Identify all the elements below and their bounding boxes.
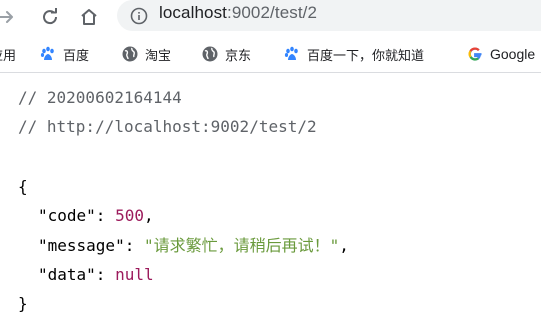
json-row-code: "code": 500, (38, 206, 154, 225)
json-number-value: 500 (115, 206, 144, 225)
bookmark-label: 京东 (225, 48, 252, 64)
info-icon[interactable] (130, 7, 148, 25)
bookmark-label: 淘宝 (145, 48, 172, 64)
json-row-data: "data": null (38, 265, 154, 284)
globe-icon (202, 46, 218, 62)
json-null-value: null (115, 265, 154, 284)
arrow-right-icon (0, 11, 13, 23)
json-key: "code" (38, 206, 96, 225)
forward-button[interactable] (0, 3, 20, 31)
open-brace: { (18, 177, 28, 196)
url-host: localhost (159, 3, 227, 22)
globe-icon (122, 46, 138, 62)
json-row-message: "message": "请求繁忙，请稍后再试！", (38, 236, 349, 255)
close-brace: } (18, 294, 28, 313)
bookmark-google[interactable]: Google (467, 44, 535, 64)
bookmarks-bar: 应用 百度 淘宝 京东 (0, 36, 541, 73)
url-path: :9002/test/2 (227, 3, 318, 22)
bookmark-jd[interactable]: 京东 (202, 44, 251, 64)
comment-url: // http://localhost:9002/test/2 (18, 117, 317, 136)
json-viewer: // 20200602164144 // http://localhost:90… (0, 73, 541, 328)
json-key: "data" (38, 265, 96, 284)
google-g-icon (467, 46, 483, 62)
bookmark-taobao[interactable]: 淘宝 (122, 44, 171, 64)
json-key: "message" (38, 236, 125, 255)
json-string-value: "请求繁忙，请稍后再试！" (143, 236, 340, 255)
home-icon (81, 9, 97, 25)
url-text[interactable]: localhost:9002/test/2 (159, 3, 317, 23)
reload-button[interactable] (36, 3, 64, 31)
browser-toolbar: localhost:9002/test/2 (0, 0, 541, 36)
bookmark-label: 应用 (0, 48, 17, 64)
bookmark-label: 百度一下，你就知道 (307, 48, 425, 64)
home-button[interactable] (75, 3, 103, 31)
address-bar[interactable]: localhost:9002/test/2 (117, 0, 541, 31)
bookmark-baidu[interactable]: 百度 (40, 44, 89, 64)
comment-timestamp: // 20200602164144 (18, 88, 182, 107)
baidu-paw-icon (284, 46, 300, 62)
reload-icon (43, 8, 58, 25)
bookmark-label: 百度 (63, 48, 90, 64)
bookmark-apps[interactable]: 应用 (0, 44, 16, 64)
baidu-paw-icon (40, 46, 56, 62)
bookmark-label: Google (490, 46, 536, 62)
bookmark-baidu-search[interactable]: 百度一下，你就知道 (284, 44, 424, 64)
